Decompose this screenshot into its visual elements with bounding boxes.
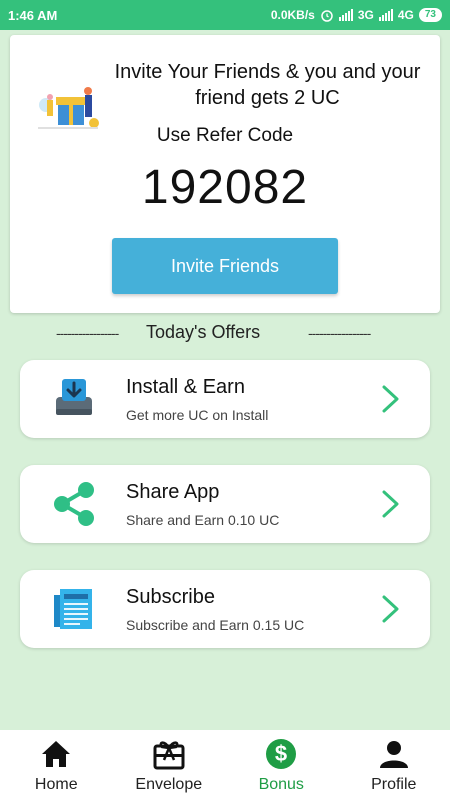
offer-share-app[interactable]: Share App Share and Earn 0.10 UC <box>20 465 430 543</box>
offer-subscribe[interactable]: Subscribe Subscribe and Earn 0.15 UC <box>20 570 430 648</box>
offer-title: Share App <box>126 481 220 503</box>
bottom-navigation: Home Envelope $ Bonus Profile <box>0 730 450 800</box>
offer-subtitle: Share and Earn 0.10 UC <box>126 512 280 528</box>
nav-home[interactable]: Home <box>0 730 113 800</box>
nav-envelope[interactable]: Envelope <box>113 730 226 800</box>
newspaper-icon <box>54 589 92 629</box>
offers-divider-right: ----------------- <box>308 325 371 341</box>
offer-subtitle: Get more UC on Install <box>126 407 269 423</box>
offer-subtitle: Subscribe and Earn 0.15 UC <box>126 617 305 633</box>
alarm-icon <box>320 8 334 22</box>
refer-code-label: Use Refer Code <box>156 125 294 146</box>
network-4g: 4G <box>397 8 414 22</box>
network-speed: 0.0KB/s <box>270 8 315 22</box>
chevron-right-icon <box>382 595 399 623</box>
invite-friends-button[interactable]: Invite Friends <box>112 238 338 294</box>
refer-card: Invite Your Friends & you and your frien… <box>10 35 440 313</box>
refer-code: 192082 <box>141 161 309 214</box>
nav-label: Profile <box>371 776 417 793</box>
invite-description: Invite Your Friends & you and your frien… <box>114 61 421 109</box>
offer-install-earn[interactable]: Install & Earn Get more UC on Install <box>20 360 430 438</box>
offers-divider-left: ----------------- <box>56 325 119 341</box>
share-icon <box>54 482 94 526</box>
offers-header: ----------------- Today's Offers -------… <box>0 322 450 346</box>
status-time: 1:46 AM <box>8 7 58 23</box>
nav-bonus[interactable]: $ Bonus <box>225 730 338 800</box>
svg-text:$: $ <box>275 741 287 766</box>
person-icon <box>379 741 408 768</box>
download-icon <box>56 379 92 415</box>
home-icon <box>42 741 71 767</box>
status-indicators: 0.0KB/s 3G 4G 73 <box>271 8 442 22</box>
battery-indicator: 73 <box>418 8 442 22</box>
offers-title: Today's Offers <box>146 322 261 342</box>
nav-profile[interactable]: Profile <box>338 730 450 800</box>
nav-label: Home <box>34 776 78 793</box>
offer-title: Subscribe <box>126 586 215 608</box>
dollar-icon: $ <box>266 739 297 769</box>
signal-icon <box>338 9 353 21</box>
nav-label: Envelope <box>135 776 203 793</box>
nav-label: Bonus <box>258 776 304 793</box>
chevron-right-icon <box>382 385 399 413</box>
network-3g: 3G <box>357 8 374 22</box>
offer-title: Install & Earn <box>126 376 245 398</box>
status-bar: 1:46 AM 0.0KB/s 3G 4G 73 <box>0 0 450 30</box>
chevron-right-icon <box>382 490 399 518</box>
gift-card-icon <box>153 741 185 770</box>
signal-icon-2 <box>378 9 393 21</box>
